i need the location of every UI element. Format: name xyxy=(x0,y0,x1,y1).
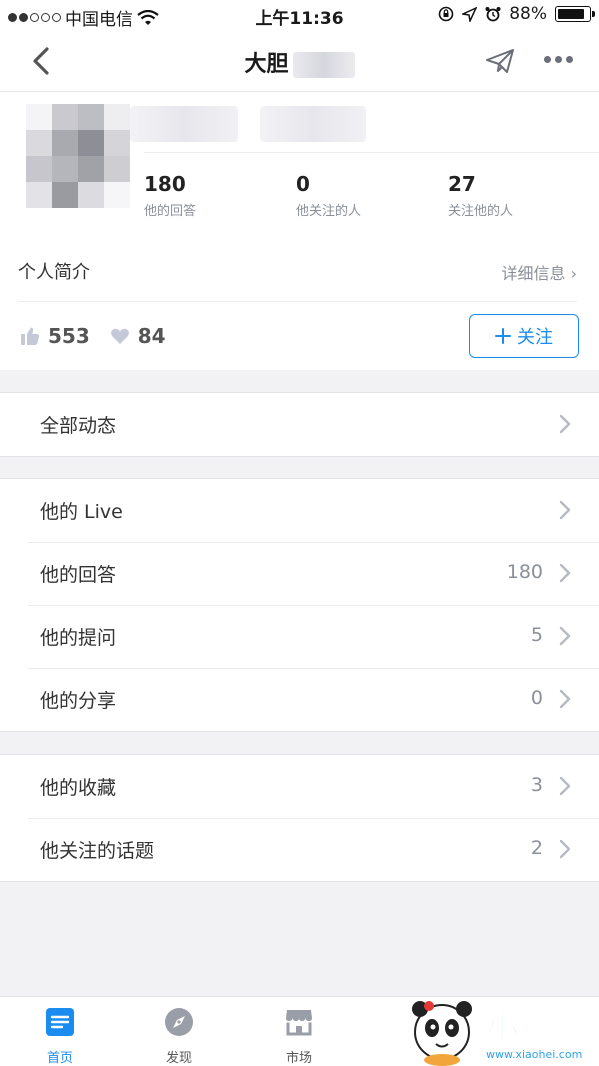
tab-label: 首页 xyxy=(46,1051,73,1066)
collection-group: 他的收藏 3 他关注的话题 2 xyxy=(0,754,599,882)
tab-discover[interactable]: 发现 xyxy=(139,1007,219,1066)
location-icon xyxy=(462,6,478,22)
bio-label: 个人简介 xyxy=(18,262,90,283)
watermark-logo: 小黑游戏 www.xiaohei.com xyxy=(412,1001,599,1066)
list-item-count: 0 xyxy=(530,687,543,709)
stat-label: 他的回答 xyxy=(144,204,197,219)
blurred-text xyxy=(130,106,238,142)
blurred-text xyxy=(260,106,366,142)
tab-home[interactable]: 首页 xyxy=(20,1007,100,1066)
detail-link[interactable]: 详细信息 › xyxy=(502,260,578,284)
send-icon[interactable] xyxy=(485,48,515,74)
follow-label: 关注 xyxy=(517,327,553,348)
svg-text:www.xiaohei.com: www.xiaohei.com xyxy=(486,1048,582,1061)
list-item-count: 2 xyxy=(530,837,543,859)
chevron-right-icon xyxy=(559,414,571,434)
thanks-number: 84 xyxy=(137,324,166,348)
chevron-right-icon xyxy=(559,626,571,646)
bio-row[interactable]: 个人简介 详细信息 › xyxy=(18,252,577,302)
plus-icon xyxy=(495,328,511,344)
user-name: 大胆 xyxy=(244,52,289,77)
list-item-label: 他的回答 xyxy=(40,564,117,586)
reputation-counts: 553 84 xyxy=(20,324,166,348)
list-item-label: 他的分享 xyxy=(40,690,117,712)
compass-icon xyxy=(165,1008,193,1036)
content-group: 他的 Live 他的回答 180 他的提问 5 他的分享 0 xyxy=(0,478,599,732)
stat-answers[interactable]: 180 他的回答 xyxy=(144,172,196,219)
list-item[interactable]: 他的回答 180 xyxy=(0,542,599,605)
tab-label: 市场 xyxy=(285,1051,312,1066)
status-bar: 中国电信 上午11:36 88% xyxy=(0,0,599,30)
list-item-label: 全部动态 xyxy=(40,415,117,437)
profile-card: 180 他的回答 0 他关注的人 27 关注他的人 个人简介 详细信息 › 55… xyxy=(0,92,599,370)
likes-number: 553 xyxy=(48,324,90,348)
list-item[interactable]: 全部动态 xyxy=(0,393,599,456)
stat-followers[interactable]: 27 关注他的人 xyxy=(448,172,513,219)
home-feed-icon xyxy=(46,1008,74,1036)
list-item[interactable]: 他的 Live xyxy=(0,479,599,542)
stat-number: 27 xyxy=(448,172,476,196)
tab-label: 发现 xyxy=(165,1051,192,1066)
list-item[interactable]: 他的收藏 3 xyxy=(0,755,599,818)
chevron-right-icon xyxy=(559,500,571,520)
chevron-right-icon xyxy=(559,839,571,859)
svg-text:小黑游戏: 小黑游戏 xyxy=(486,1008,599,1046)
battery-icon xyxy=(555,6,595,22)
avatar[interactable] xyxy=(26,104,130,208)
follow-button[interactable]: 关注 xyxy=(469,314,579,358)
orientation-lock-icon xyxy=(438,6,454,22)
list-item-count: 180 xyxy=(506,561,543,583)
more-icon[interactable] xyxy=(544,56,573,63)
list-item-label: 他关注的话题 xyxy=(40,840,155,862)
list-item[interactable]: 他的提问 5 xyxy=(0,605,599,668)
battery-percent: 88% xyxy=(509,4,547,24)
list-item-label: 他的提问 xyxy=(40,627,117,649)
stat-number: 180 xyxy=(144,172,186,196)
chevron-right-icon xyxy=(559,689,571,709)
heart-icon xyxy=(110,328,129,344)
stat-number: 0 xyxy=(296,172,310,196)
stat-label: 关注他的人 xyxy=(448,204,514,219)
chevron-right-icon xyxy=(559,563,571,583)
tab-market[interactable]: 市场 xyxy=(259,1007,339,1066)
list-item[interactable]: 他的分享 0 xyxy=(0,668,599,731)
list-item-count: 3 xyxy=(530,774,543,796)
chevron-right-icon xyxy=(559,776,571,796)
alarm-icon xyxy=(485,7,501,22)
stat-label: 他关注的人 xyxy=(296,204,362,219)
navigation-bar: 大胆 xyxy=(0,30,599,92)
stat-following[interactable]: 0 他关注的人 xyxy=(296,172,361,219)
thumbs-up-icon xyxy=(21,327,40,345)
list-item[interactable]: 他关注的话题 2 xyxy=(0,818,599,881)
thanks-count: 84 xyxy=(110,324,166,348)
list-item-label: 他的 Live xyxy=(40,501,123,523)
list-item-count: 5 xyxy=(530,624,543,646)
store-icon xyxy=(286,1010,312,1036)
likes-count: 553 xyxy=(20,324,90,348)
list-item-label: 他的收藏 xyxy=(40,777,117,799)
blurred-name xyxy=(292,52,355,78)
activity-group: 全部动态 xyxy=(0,392,599,457)
